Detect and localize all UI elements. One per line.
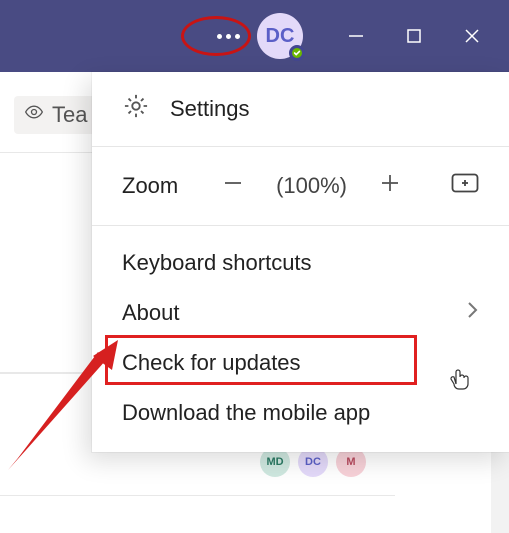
settings-menu: Settings Zoom (100%) Keyboard shortcuts … xyxy=(92,72,509,452)
team-tab-partial[interactable]: Tea xyxy=(14,96,97,134)
menu-item-label: Keyboard shortcuts xyxy=(122,250,312,276)
about-item[interactable]: About xyxy=(92,288,509,338)
zoom-percent: (100%) xyxy=(276,173,347,199)
minimize-button[interactable] xyxy=(327,12,385,60)
settings-menu-item[interactable]: Settings xyxy=(92,72,509,146)
zoom-label: Zoom xyxy=(122,173,214,199)
chevron-right-icon xyxy=(465,299,479,327)
titlebar: DC xyxy=(0,0,509,72)
eye-icon xyxy=(24,102,44,128)
presence-available-icon xyxy=(289,45,305,61)
zoom-out-button[interactable] xyxy=(222,172,244,200)
avatar-initials: DC xyxy=(266,25,295,48)
download-mobile-app-item[interactable]: Download the mobile app xyxy=(92,388,509,438)
more-icon xyxy=(217,34,240,39)
team-tab-label: Tea xyxy=(52,102,87,128)
zoom-in-button[interactable] xyxy=(379,172,401,200)
fullscreen-button[interactable] xyxy=(451,173,479,199)
maximize-button[interactable] xyxy=(385,12,443,60)
avatar[interactable]: DC xyxy=(257,13,303,59)
menu-item-label: About xyxy=(122,300,180,326)
close-button[interactable] xyxy=(443,12,501,60)
settings-label: Settings xyxy=(170,96,250,122)
zoom-control-row: Zoom (100%) xyxy=(92,147,509,225)
gear-icon xyxy=(122,92,150,126)
menu-item-label: Check for updates xyxy=(122,350,301,376)
keyboard-shortcuts-item[interactable]: Keyboard shortcuts xyxy=(92,238,509,288)
more-options-button[interactable] xyxy=(205,13,251,59)
check-for-updates-item[interactable]: Check for updates xyxy=(92,338,509,388)
menu-item-label: Download the mobile app xyxy=(122,400,370,426)
